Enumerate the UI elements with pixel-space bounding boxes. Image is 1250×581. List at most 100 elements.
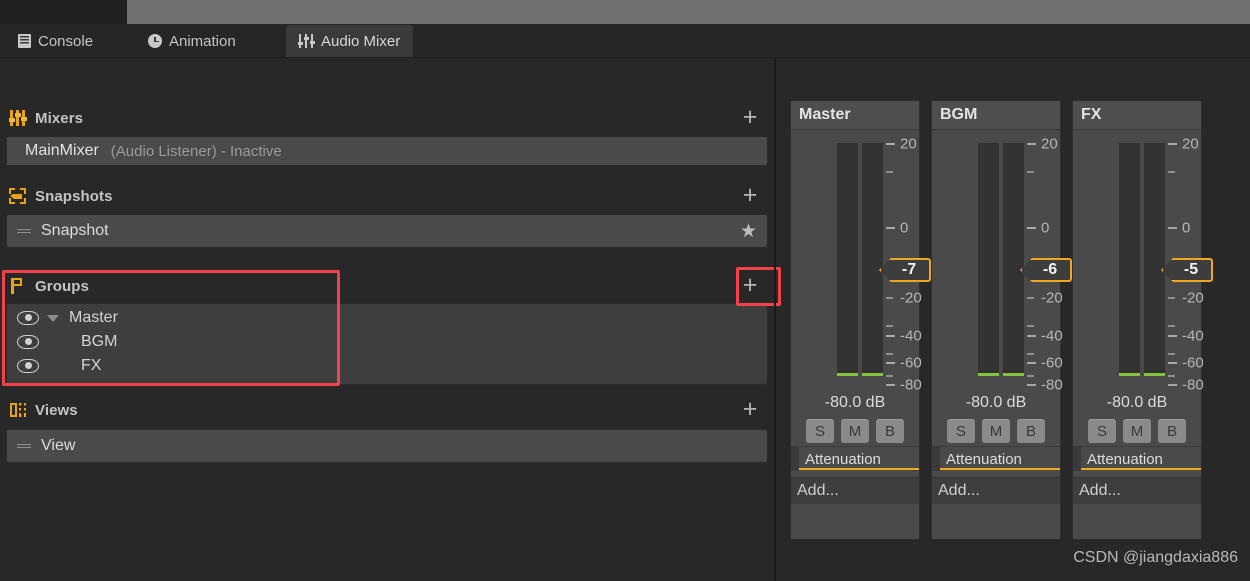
strip-smb-master: S M B <box>791 416 919 446</box>
bypass-button[interactable]: B <box>1158 419 1186 443</box>
snapshot-row-snapshot[interactable]: Snapshot ★ <box>7 215 767 247</box>
meter-left <box>1119 143 1140 376</box>
add-effect-button[interactable]: Add... <box>1073 477 1201 504</box>
tick-minor <box>1027 375 1034 377</box>
solo-button[interactable]: S <box>947 419 975 443</box>
effect-row-stub <box>791 447 799 471</box>
tick-label: 0 <box>900 219 909 237</box>
strip-level-readout-bgm: -80.0 dB <box>965 394 1027 411</box>
tick-minor <box>886 171 893 173</box>
tick-major <box>1168 227 1177 229</box>
meter-right <box>862 143 883 376</box>
mixer-row-mainmixer[interactable]: MainMixer (Audio Listener) - Inactive <box>7 137 767 165</box>
view-row-view[interactable]: View <box>7 430 767 462</box>
tick-major <box>886 143 895 145</box>
tick-label: 20 <box>900 135 917 153</box>
add-snapshot-button[interactable]: + <box>732 181 768 211</box>
add-mixer-button[interactable]: + <box>732 103 768 133</box>
tick-major <box>1027 143 1036 145</box>
group-row-fx[interactable]: FX <box>7 354 767 378</box>
meter-fill <box>1003 373 1024 376</box>
watermark: CSDN @jiangdaxia886 <box>1073 549 1238 566</box>
console-icon <box>18 34 31 48</box>
group-row-master[interactable]: Master <box>7 306 767 330</box>
fader-value: -5 <box>1183 261 1199 278</box>
effect-row-attenuation[interactable]: Attenuation <box>932 447 1060 471</box>
eye-icon[interactable] <box>17 359 39 373</box>
effect-row-attenuation[interactable]: Attenuation <box>791 447 919 471</box>
chevron-down-icon[interactable] <box>47 314 59 322</box>
meter-group <box>837 143 883 376</box>
add-effect-label: Add... <box>797 482 839 499</box>
tick-label: -80 <box>1041 376 1063 394</box>
solo-button[interactable]: S <box>806 419 834 443</box>
bypass-button[interactable]: B <box>1017 419 1045 443</box>
tick-major <box>1168 143 1177 145</box>
section-title-views: Views <box>35 401 78 419</box>
left-panel: Mixers + MainMixer (Audio Listener) - In… <box>0 58 774 581</box>
tick-minor <box>1027 353 1034 355</box>
group-row-bgm[interactable]: BGM <box>7 330 767 354</box>
effect-underline <box>940 468 1060 470</box>
add-effect-button[interactable]: Add... <box>932 477 1060 504</box>
tab-console[interactable]: Console <box>6 25 106 57</box>
mute-button[interactable]: M <box>1123 419 1151 443</box>
solo-button[interactable]: S <box>1088 419 1116 443</box>
eye-icon[interactable] <box>17 311 39 325</box>
views-list: View <box>6 429 768 463</box>
meter-right <box>1144 143 1165 376</box>
strip-smb-bgm: S M B <box>932 416 1060 446</box>
mixer-strip-bgm[interactable]: BGM 20 0 -20 -40 -60 -80 -6 -80.0 dB S M… <box>931 100 1072 540</box>
meter-right <box>1003 143 1024 376</box>
tick-label: -80 <box>900 376 922 394</box>
effect-row-attenuation[interactable]: Attenuation <box>1073 447 1201 471</box>
tab-animation[interactable]: Animation <box>136 25 249 57</box>
section-header-views: Views <box>6 395 768 425</box>
tick-major <box>886 362 895 364</box>
meter-fill <box>1144 373 1165 376</box>
mixer-row-name: MainMixer <box>25 142 99 159</box>
tick-major <box>1027 335 1036 337</box>
mute-button[interactable]: M <box>982 419 1010 443</box>
effect-label: Attenuation <box>1087 450 1163 468</box>
tick-major <box>1168 362 1177 364</box>
add-view-button[interactable]: + <box>732 395 768 425</box>
tab-audio-mixer-label: Audio Mixer <box>321 32 401 50</box>
mute-button[interactable]: M <box>841 419 869 443</box>
drag-handle-icon[interactable] <box>17 444 31 448</box>
tick-label: -60 <box>1041 354 1063 372</box>
tick-label: 20 <box>1182 135 1199 153</box>
tick-label: 20 <box>1041 135 1058 153</box>
tick-major <box>1027 227 1036 229</box>
effect-label: Attenuation <box>805 450 881 468</box>
tick-minor <box>1168 297 1175 299</box>
groups-list: Master BGM FX <box>6 303 768 385</box>
add-effect-button[interactable]: Add... <box>791 477 919 504</box>
fader-value: -6 <box>1042 261 1058 278</box>
tick-minor <box>1027 297 1034 299</box>
window-topbar <box>0 0 1250 24</box>
add-group-button[interactable]: + <box>732 271 768 301</box>
tick-major <box>1027 384 1036 386</box>
strip-title-bgm: BGM <box>932 101 1060 130</box>
add-effect-label: Add... <box>938 482 980 499</box>
tab-audio-mixer[interactable]: Audio Mixer <box>286 25 414 57</box>
tick-major <box>1168 335 1177 337</box>
star-icon[interactable]: ★ <box>740 222 757 241</box>
tick-major <box>886 227 895 229</box>
drag-handle-icon[interactable] <box>17 229 31 233</box>
eye-icon[interactable] <box>17 335 39 349</box>
mixers-list: MainMixer (Audio Listener) - Inactive <box>6 136 768 165</box>
fader-value: -7 <box>901 261 917 278</box>
mixer-strip-fx[interactable]: FX 20 0 -20 -40 -60 -80 -5 -80.0 dB S M … <box>1072 100 1213 540</box>
tick-minor <box>1027 171 1034 173</box>
tick-minor <box>886 353 893 355</box>
tick-minor <box>886 375 893 377</box>
strip-smb-fx: S M B <box>1073 416 1201 446</box>
mixer-strip-master[interactable]: Master 20 0 -20 -40 -60 -80 -7 -80.0 dB … <box>790 100 931 540</box>
clock-icon <box>148 34 162 48</box>
bypass-button[interactable]: B <box>876 419 904 443</box>
strip-meter-zone-master: 20 0 -20 -40 -60 -80 -7 <box>791 130 931 394</box>
tick-major <box>886 384 895 386</box>
meter-fill <box>1119 373 1140 376</box>
